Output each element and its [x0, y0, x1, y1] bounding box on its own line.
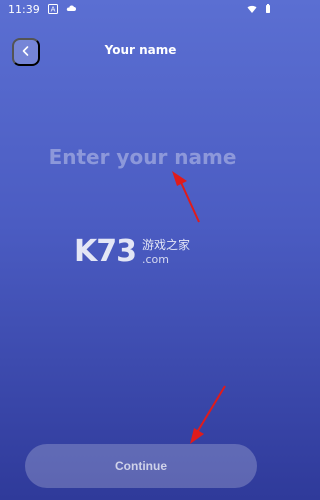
watermark-text: 游戏之家	[142, 238, 191, 253]
watermark: K73 游戏之家 .com	[74, 232, 224, 272]
status-left: 11:39 A	[8, 3, 76, 16]
a-icon: A	[47, 4, 58, 14]
continue-button[interactable]: Continue	[25, 444, 257, 488]
watermark-text-block: 游戏之家 .com	[142, 238, 190, 266]
cloud-icon	[66, 4, 76, 14]
continue-label: Continue	[115, 459, 167, 473]
name-input[interactable]	[22, 138, 263, 176]
name-input-wrap	[22, 138, 263, 176]
status-time: 11:39	[8, 2, 40, 16]
battery-icon	[263, 4, 273, 14]
watermark-subtext: .com	[142, 252, 169, 266]
status-bar: 11:39 A	[0, 0, 281, 18]
watermark-logo: K73	[74, 234, 137, 269]
status-right	[247, 4, 273, 14]
wifi-icon	[247, 4, 257, 14]
page-title: Your name	[104, 43, 177, 57]
svg-text:A: A	[50, 6, 55, 14]
